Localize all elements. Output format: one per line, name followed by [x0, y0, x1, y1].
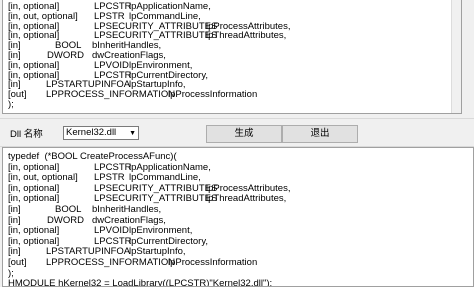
code-line: HMODULE hKernel32 = LoadLibrary((LPCSTR)…: [8, 278, 463, 287]
dll-select-value: Kernel32.dll: [66, 127, 117, 138]
signature-input-textarea[interactable]: [in, optional] LPCSTR lpApplicationName, [i…: [2, 0, 462, 114]
code-line: );: [8, 99, 461, 111]
vertical-scrollbar[interactable]: [451, 0, 461, 113]
generated-code-textarea[interactable]: typedef (*BOOL CreateProcessAFunc)([in, …: [2, 147, 474, 287]
app-window: [in, optional] LPCSTR lpApplicationName, [i…: [0, 0, 474, 287]
chevron-down-icon[interactable]: ▼: [129, 128, 136, 140]
dll-select[interactable]: Kernel32.dll ▼: [63, 126, 139, 140]
divider: [0, 118, 474, 119]
dll-name-label: Dll 名称: [10, 129, 43, 140]
generate-button[interactable]: 生成: [206, 125, 282, 143]
exit-button[interactable]: 退出: [282, 125, 358, 143]
code-prefix: );: [8, 99, 14, 110]
code-prefix: HMODULE hKernel32 = LoadLibrary((LPCSTR)…: [8, 278, 273, 287]
